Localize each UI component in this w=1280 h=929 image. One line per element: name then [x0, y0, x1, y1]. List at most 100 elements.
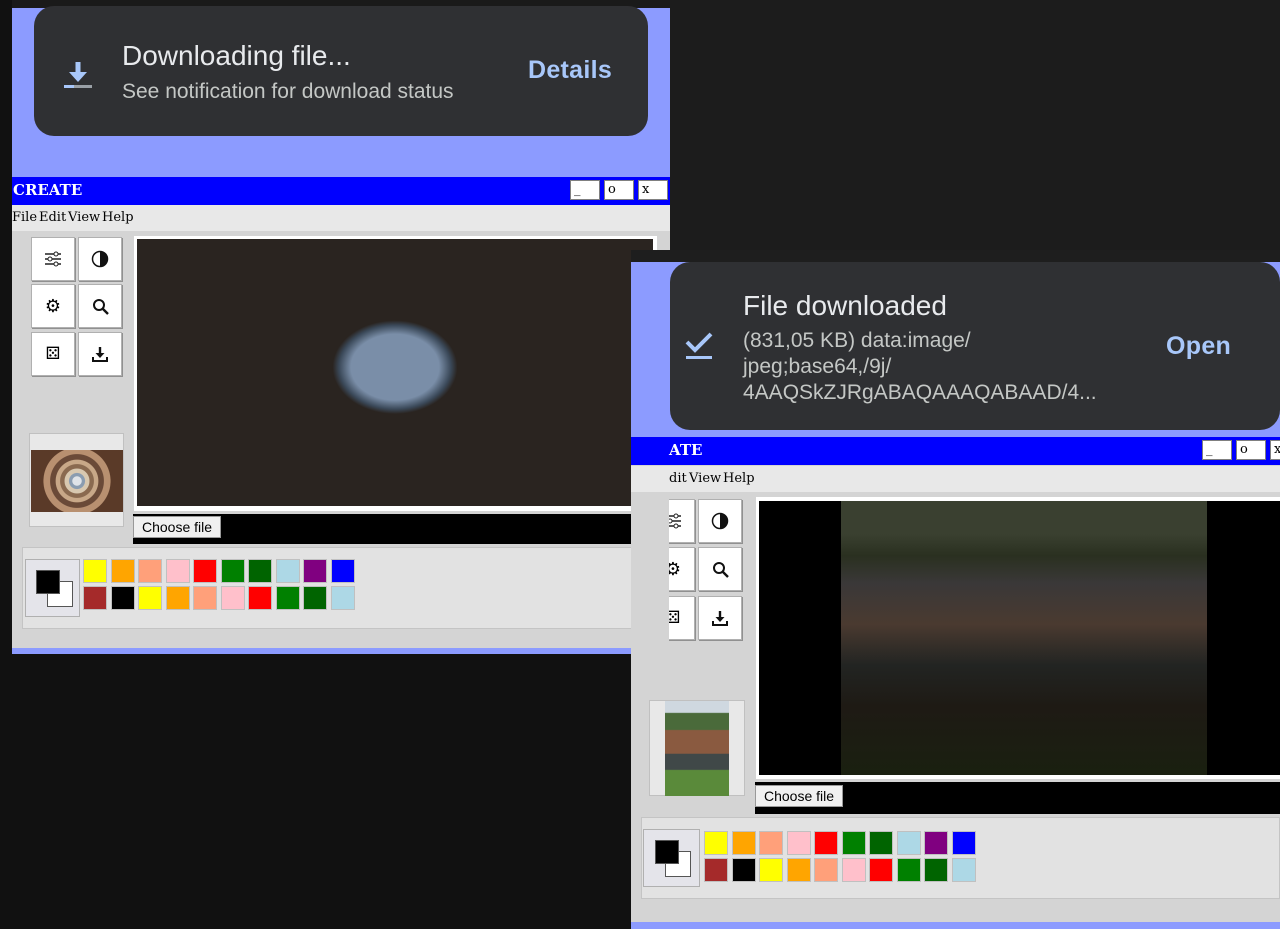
menu-view[interactable]: View: [689, 471, 721, 486]
close-button[interactable]: x: [1270, 440, 1280, 460]
download-tray-icon: [712, 611, 728, 626]
color-swatch[interactable]: [786, 831, 811, 855]
color-swatch[interactable]: [814, 831, 838, 855]
fg-bg-selector[interactable]: [643, 829, 700, 887]
color-swatch[interactable]: [869, 858, 893, 882]
menu-view[interactable]: View: [68, 210, 100, 225]
minimize-button[interactable]: _: [1202, 440, 1232, 460]
main-canvas[interactable]: [759, 501, 1280, 775]
save-button[interactable]: [78, 332, 122, 376]
contrast-button[interactable]: [698, 499, 742, 543]
color-swatch[interactable]: [138, 559, 162, 583]
toast-title: File downloaded: [743, 290, 947, 321]
maximize-button[interactable]: o: [604, 180, 634, 200]
sliders-icon: [45, 251, 61, 267]
palette-panel: [22, 547, 670, 629]
color-swatch[interactable]: [759, 831, 783, 855]
status-strip: [631, 250, 1280, 262]
color-swatch[interactable]: [248, 559, 272, 583]
menu-bar: dit View Help: [631, 466, 1280, 492]
detail-line-3: 4AAQSkZJRgABAQAAAQABAAD/4...: [743, 381, 1097, 404]
color-swatch[interactable]: [275, 586, 300, 610]
toast-detail: (831,05 KB) data:image/ jpeg;base64,/9j/…: [743, 328, 1097, 406]
thumbnail-image[interactable]: [665, 701, 729, 796]
thumbnail-image[interactable]: [31, 450, 123, 512]
color-swatch[interactable]: [303, 586, 327, 610]
color-swatch[interactable]: [275, 559, 300, 583]
zoom-button[interactable]: [78, 284, 122, 328]
contrast-icon: [711, 512, 729, 530]
menu-help[interactable]: Help: [723, 471, 755, 486]
canvas-frame: [756, 497, 1280, 779]
color-swatch[interactable]: [220, 559, 245, 583]
zoom-button[interactable]: [698, 547, 742, 591]
color-swatch[interactable]: [924, 858, 948, 882]
detail-line-2: jpeg;base64,/9j/: [743, 355, 892, 378]
color-swatch[interactable]: [220, 586, 245, 610]
sliders-button[interactable]: [31, 237, 75, 281]
color-swatch[interactable]: [786, 858, 811, 882]
settings-button[interactable]: ⚙: [31, 284, 75, 328]
menu-bar: File Edit View Help: [12, 205, 670, 231]
main-canvas[interactable]: [137, 239, 653, 506]
window-titlebar: ATE _ o x: [631, 437, 1280, 465]
menu-file[interactable]: File: [12, 210, 37, 225]
menu-edit[interactable]: dit: [669, 471, 687, 486]
menu-edit[interactable]: Edit: [39, 210, 66, 225]
toast-subtitle: See notification for download status: [122, 80, 454, 103]
color-swatch[interactable]: [193, 586, 217, 610]
color-swatch[interactable]: [83, 586, 107, 610]
fg-bg-selector[interactable]: [25, 559, 80, 617]
color-swatch[interactable]: [841, 858, 866, 882]
menu-help[interactable]: Help: [102, 210, 134, 225]
color-swatch[interactable]: [110, 586, 135, 610]
color-swatch[interactable]: [165, 559, 190, 583]
color-swatch[interactable]: [924, 831, 948, 855]
color-swatch[interactable]: [731, 831, 756, 855]
details-button[interactable]: Details: [528, 56, 612, 85]
color-swatch[interactable]: [841, 831, 866, 855]
minimize-button[interactable]: _: [570, 180, 600, 200]
downloaded-toast: File downloaded (831,05 KB) data:image/ …: [670, 262, 1280, 430]
color-swatch[interactable]: [110, 559, 135, 583]
color-swatch[interactable]: [951, 831, 976, 855]
close-button[interactable]: x: [638, 180, 668, 200]
color-swatch[interactable]: [951, 858, 976, 882]
contrast-button[interactable]: [78, 237, 122, 281]
color-swatch[interactable]: [330, 586, 355, 610]
color-swatch[interactable]: [759, 858, 783, 882]
choose-file-button[interactable]: Choose file: [755, 785, 844, 807]
create-window: ATE _ o x dit View Help ⚙ ⚄ Choose file: [631, 437, 1280, 922]
color-swatch[interactable]: [330, 559, 355, 583]
search-icon: [92, 298, 109, 315]
toast-title: Downloading file...: [122, 40, 351, 71]
foreground-color[interactable]: [36, 570, 60, 594]
color-swatch[interactable]: [83, 559, 107, 583]
open-button[interactable]: Open: [1166, 332, 1231, 361]
create-window: CREATE _ o x File Edit View Help ⚙ ⚄ Cho…: [12, 177, 670, 648]
save-button[interactable]: [698, 596, 742, 640]
download-icon: [62, 58, 94, 97]
maximize-button[interactable]: o: [1236, 440, 1266, 460]
foreground-color[interactable]: [655, 840, 679, 864]
color-swatch[interactable]: [704, 831, 728, 855]
gear-icon: ⚙: [44, 295, 62, 317]
left-screen: Downloading file... See notification for…: [12, 0, 670, 654]
color-swatch[interactable]: [248, 586, 272, 610]
color-swatch[interactable]: [814, 858, 838, 882]
random-button[interactable]: ⚄: [31, 332, 75, 376]
detail-line-1: (831,05 KB) data:image/: [743, 329, 971, 352]
color-swatch[interactable]: [869, 831, 893, 855]
color-swatch[interactable]: [896, 858, 921, 882]
color-swatch[interactable]: [704, 858, 728, 882]
right-top-dark: [670, 0, 1280, 250]
color-swatch[interactable]: [896, 831, 921, 855]
dice-icon: ⚄: [45, 344, 61, 364]
check-download-icon: [684, 330, 714, 367]
color-swatch[interactable]: [731, 858, 756, 882]
color-swatch[interactable]: [138, 586, 162, 610]
color-swatch[interactable]: [303, 559, 327, 583]
color-swatch[interactable]: [165, 586, 190, 610]
color-swatch[interactable]: [193, 559, 217, 583]
choose-file-button[interactable]: Choose file: [133, 516, 222, 538]
